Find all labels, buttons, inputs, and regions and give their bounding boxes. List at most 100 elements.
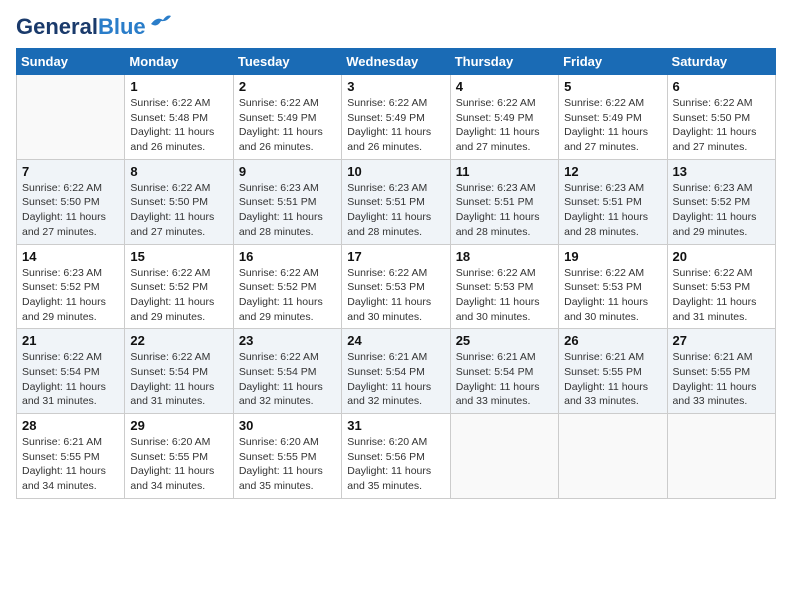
day-number: 31 bbox=[347, 418, 444, 433]
day-info: Sunrise: 6:22 AMSunset: 5:52 PMDaylight:… bbox=[130, 266, 227, 325]
calendar-header-monday: Monday bbox=[125, 49, 233, 75]
day-info: Sunrise: 6:22 AMSunset: 5:49 PMDaylight:… bbox=[347, 96, 444, 155]
day-info: Sunrise: 6:22 AMSunset: 5:49 PMDaylight:… bbox=[456, 96, 553, 155]
calendar-cell: 17 Sunrise: 6:22 AMSunset: 5:53 PMDayligh… bbox=[342, 244, 450, 329]
day-info: Sunrise: 6:23 AMSunset: 5:51 PMDaylight:… bbox=[347, 181, 444, 240]
day-info: Sunrise: 6:20 AMSunset: 5:56 PMDaylight:… bbox=[347, 435, 444, 494]
calendar-cell: 8 Sunrise: 6:22 AMSunset: 5:50 PMDaylight… bbox=[125, 159, 233, 244]
calendar-cell: 29 Sunrise: 6:20 AMSunset: 5:55 PMDayligh… bbox=[125, 414, 233, 499]
day-info: Sunrise: 6:20 AMSunset: 5:55 PMDaylight:… bbox=[130, 435, 227, 494]
day-info: Sunrise: 6:22 AMSunset: 5:50 PMDaylight:… bbox=[130, 181, 227, 240]
day-info: Sunrise: 6:23 AMSunset: 5:52 PMDaylight:… bbox=[673, 181, 770, 240]
calendar-cell: 26Sunrise: 6:21 AMSunset: 5:55 PMDayligh… bbox=[559, 329, 667, 414]
day-number: 27 bbox=[673, 333, 770, 348]
calendar-header-friday: Friday bbox=[559, 49, 667, 75]
day-number: 11 bbox=[456, 164, 553, 179]
day-info: Sunrise: 6:22 AMSunset: 5:49 PMDaylight:… bbox=[239, 96, 336, 155]
logo-text: GeneralBlue bbox=[16, 16, 146, 38]
calendar-week-row: 1Sunrise: 6:22 AMSunset: 5:48 PMDaylight… bbox=[17, 75, 776, 160]
day-number: 17 bbox=[347, 249, 444, 264]
day-number: 30 bbox=[239, 418, 336, 433]
day-number: 1 bbox=[130, 79, 227, 94]
day-info: Sunrise: 6:22 AMSunset: 5:53 PMDaylight:… bbox=[347, 266, 444, 325]
calendar-cell: 13 Sunrise: 6:23 AMSunset: 5:52 PMDayligh… bbox=[667, 159, 775, 244]
calendar-cell: 19Sunrise: 6:22 AMSunset: 5:53 PMDayligh… bbox=[559, 244, 667, 329]
calendar-week-row: 14Sunrise: 6:23 AMSunset: 5:52 PMDayligh… bbox=[17, 244, 776, 329]
day-number: 8 bbox=[130, 164, 227, 179]
logo: GeneralBlue bbox=[16, 16, 171, 38]
day-info: Sunrise: 6:22 AMSunset: 5:49 PMDaylight:… bbox=[564, 96, 661, 155]
calendar-cell: 7Sunrise: 6:22 AMSunset: 5:50 PMDaylight… bbox=[17, 159, 125, 244]
calendar-cell: 5Sunrise: 6:22 AMSunset: 5:49 PMDaylight… bbox=[559, 75, 667, 160]
page-header: GeneralBlue bbox=[16, 16, 776, 38]
day-info: Sunrise: 6:22 AMSunset: 5:54 PMDaylight:… bbox=[130, 350, 227, 409]
day-number: 15 bbox=[130, 249, 227, 264]
day-number: 7 bbox=[22, 164, 119, 179]
calendar-header-sunday: Sunday bbox=[17, 49, 125, 75]
calendar-cell: 10 Sunrise: 6:23 AMSunset: 5:51 PMDayligh… bbox=[342, 159, 450, 244]
calendar-cell: 15 Sunrise: 6:22 AMSunset: 5:52 PMDayligh… bbox=[125, 244, 233, 329]
calendar-cell: 1Sunrise: 6:22 AMSunset: 5:48 PMDaylight… bbox=[125, 75, 233, 160]
day-info: Sunrise: 6:22 AMSunset: 5:54 PMDaylight:… bbox=[239, 350, 336, 409]
day-number: 9 bbox=[239, 164, 336, 179]
calendar-cell: 20 Sunrise: 6:22 AMSunset: 5:53 PMDayligh… bbox=[667, 244, 775, 329]
calendar-cell: 28Sunrise: 6:21 AMSunset: 5:55 PMDayligh… bbox=[17, 414, 125, 499]
calendar-cell: 23Sunrise: 6:22 AMSunset: 5:54 PMDayligh… bbox=[233, 329, 341, 414]
calendar-cell: 31 Sunrise: 6:20 AMSunset: 5:56 PMDayligh… bbox=[342, 414, 450, 499]
calendar-cell: 2 Sunrise: 6:22 AMSunset: 5:49 PMDaylight… bbox=[233, 75, 341, 160]
day-number: 14 bbox=[22, 249, 119, 264]
calendar-cell: 4Sunrise: 6:22 AMSunset: 5:49 PMDaylight… bbox=[450, 75, 558, 160]
day-info: Sunrise: 6:23 AMSunset: 5:51 PMDaylight:… bbox=[456, 181, 553, 240]
calendar-week-row: 21 Sunrise: 6:22 AMSunset: 5:54 PMDayligh… bbox=[17, 329, 776, 414]
logo-bird-icon bbox=[149, 14, 171, 32]
calendar-cell: 22 Sunrise: 6:22 AMSunset: 5:54 PMDayligh… bbox=[125, 329, 233, 414]
calendar-cell: 21 Sunrise: 6:22 AMSunset: 5:54 PMDayligh… bbox=[17, 329, 125, 414]
day-number: 13 bbox=[673, 164, 770, 179]
day-info: Sunrise: 6:22 AMSunset: 5:53 PMDaylight:… bbox=[456, 266, 553, 325]
day-number: 6 bbox=[673, 79, 770, 94]
calendar-cell: 24 Sunrise: 6:21 AMSunset: 5:54 PMDayligh… bbox=[342, 329, 450, 414]
calendar-week-row: 7 Sunrise: 6:22 AMSunset: 5:50 PMDaylight… bbox=[17, 159, 776, 244]
calendar-cell bbox=[17, 75, 125, 160]
calendar-cell bbox=[450, 414, 558, 499]
day-number: 20 bbox=[673, 249, 770, 264]
day-info: Sunrise: 6:22 AMSunset: 5:54 PMDaylight:… bbox=[22, 350, 119, 409]
day-info: Sunrise: 6:23 AMSunset: 5:51 PMDaylight:… bbox=[564, 181, 661, 240]
calendar-cell: 14Sunrise: 6:23 AMSunset: 5:52 PMDayligh… bbox=[17, 244, 125, 329]
day-info: Sunrise: 6:22 AMSunset: 5:53 PMDaylight:… bbox=[564, 266, 661, 325]
calendar-cell: 25 Sunrise: 6:21 AMSunset: 5:54 PMDayligh… bbox=[450, 329, 558, 414]
day-info: Sunrise: 6:23 AMSunset: 5:51 PMDaylight:… bbox=[239, 181, 336, 240]
day-info: Sunrise: 6:21 AMSunset: 5:55 PMDaylight:… bbox=[673, 350, 770, 409]
day-info: Sunrise: 6:21 AMSunset: 5:55 PMDaylight:… bbox=[22, 435, 119, 494]
calendar-header-thursday: Thursday bbox=[450, 49, 558, 75]
calendar-header-tuesday: Tuesday bbox=[233, 49, 341, 75]
day-number: 10 bbox=[347, 164, 444, 179]
day-info: Sunrise: 6:20 AMSunset: 5:55 PMDaylight:… bbox=[239, 435, 336, 494]
calendar-cell: 12 Sunrise: 6:23 AMSunset: 5:51 PMDayligh… bbox=[559, 159, 667, 244]
calendar-header-row: SundayMondayTuesdayWednesdayThursdayFrid… bbox=[17, 49, 776, 75]
day-number: 29 bbox=[130, 418, 227, 433]
calendar-week-row: 28Sunrise: 6:21 AMSunset: 5:55 PMDayligh… bbox=[17, 414, 776, 499]
calendar-cell bbox=[667, 414, 775, 499]
day-number: 12 bbox=[564, 164, 661, 179]
calendar-header-saturday: Saturday bbox=[667, 49, 775, 75]
day-number: 24 bbox=[347, 333, 444, 348]
calendar-cell: 16Sunrise: 6:22 AMSunset: 5:52 PMDayligh… bbox=[233, 244, 341, 329]
calendar-cell: 27 Sunrise: 6:21 AMSunset: 5:55 PMDayligh… bbox=[667, 329, 775, 414]
day-number: 18 bbox=[456, 249, 553, 264]
day-number: 21 bbox=[22, 333, 119, 348]
calendar-table: SundayMondayTuesdayWednesdayThursdayFrid… bbox=[16, 48, 776, 499]
day-number: 22 bbox=[130, 333, 227, 348]
day-info: Sunrise: 6:21 AMSunset: 5:54 PMDaylight:… bbox=[456, 350, 553, 409]
day-info: Sunrise: 6:22 AMSunset: 5:53 PMDaylight:… bbox=[673, 266, 770, 325]
calendar-cell: 9 Sunrise: 6:23 AMSunset: 5:51 PMDaylight… bbox=[233, 159, 341, 244]
day-number: 2 bbox=[239, 79, 336, 94]
calendar-cell: 30 Sunrise: 6:20 AMSunset: 5:55 PMDayligh… bbox=[233, 414, 341, 499]
day-number: 25 bbox=[456, 333, 553, 348]
calendar-header-wednesday: Wednesday bbox=[342, 49, 450, 75]
day-number: 3 bbox=[347, 79, 444, 94]
day-info: Sunrise: 6:22 AMSunset: 5:50 PMDaylight:… bbox=[673, 96, 770, 155]
day-number: 16 bbox=[239, 249, 336, 264]
day-info: Sunrise: 6:21 AMSunset: 5:54 PMDaylight:… bbox=[347, 350, 444, 409]
calendar-cell: 18 Sunrise: 6:22 AMSunset: 5:53 PMDayligh… bbox=[450, 244, 558, 329]
